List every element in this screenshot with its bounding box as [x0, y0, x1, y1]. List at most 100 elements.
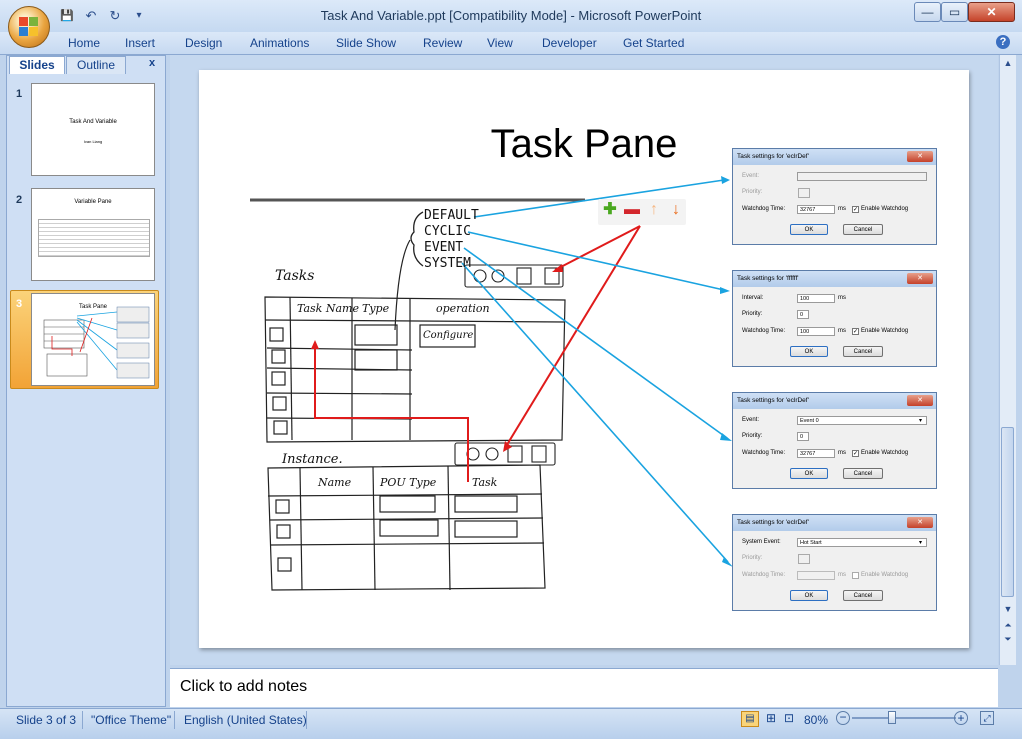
system-event-select: Hot Start [797, 538, 927, 547]
ok-button: OK [790, 590, 828, 601]
minus-icon: ▬ [624, 201, 640, 218]
sketch-tasks-label: Tasks [275, 268, 315, 284]
dialog-label: Watchdog Time: [742, 206, 786, 212]
dialog-label: Priority: [742, 189, 763, 195]
dialog-title: Task settings for 'ffffff' [733, 271, 936, 287]
unit-label: ms [838, 295, 846, 301]
scrollbar-thumb[interactable] [1001, 427, 1014, 597]
plus-icon: ✚ [603, 201, 617, 218]
checkbox-label: Enable Watchdog [861, 206, 909, 212]
dialog-label: Watchdog Time: [742, 572, 786, 578]
dialog-close-icon: ✕ [907, 517, 933, 528]
ok-button: OK [790, 346, 828, 357]
checkbox-label: Enable Watchdog [861, 450, 909, 456]
sketch-header-task: Task [472, 476, 498, 489]
zoom-slider-thumb[interactable] [888, 711, 897, 724]
sketch-header-task-name: Task Name [297, 302, 359, 315]
dialog-title: Task settings for 'eclrDef' [733, 515, 936, 531]
zoom-in-icon[interactable]: + [954, 711, 968, 725]
chevron-down-icon: ▾ [919, 540, 923, 546]
previous-slide-icon[interactable]: ⏶ [1002, 620, 1014, 631]
office-logo-icon [19, 17, 39, 37]
sketch-type-event: EVENT [424, 240, 464, 255]
watchdog-input: 32767 [797, 205, 835, 214]
dialog-title: Task settings for 'eclrDef' [733, 393, 936, 409]
slide-sorter-icon[interactable]: ⊞ [762, 711, 780, 727]
blue-connector-arrows [461, 179, 729, 563]
ok-button: OK [790, 468, 828, 479]
notes-placeholder[interactable]: Click to add notes [180, 678, 307, 696]
sketch-type-default: DEFAULT [424, 208, 479, 223]
unit-label: ms [838, 328, 846, 334]
dialog-label: Priority: [742, 555, 763, 561]
sketch-type-cyclic: CYCLIC [424, 224, 471, 239]
language-indicator[interactable]: English (United States) [184, 713, 307, 727]
event-select: Event 0 [797, 416, 927, 425]
checkbox-label: Enable Watchdog [861, 328, 909, 334]
scroll-up-icon[interactable]: ▲ [1002, 58, 1014, 68]
next-slide-icon[interactable]: ⏷ [1002, 634, 1014, 645]
cancel-button: Cancel [843, 224, 883, 235]
arrow-down-icon: ↓ [672, 201, 680, 218]
dialog-label: Watchdog Time: [742, 328, 786, 334]
priority-input: 0 [797, 432, 809, 441]
watchdog-checkbox [852, 572, 859, 579]
watchdog-checkbox: ✓ [852, 450, 859, 457]
unit-label: ms [838, 572, 846, 578]
watchdog-input: 100 [797, 327, 835, 336]
dialog-label: Priority: [742, 311, 763, 317]
priority-field [798, 554, 810, 564]
unit-label: ms [838, 206, 846, 212]
normal-view-icon[interactable]: ▤ [741, 711, 759, 727]
watchdog-input [797, 571, 835, 580]
interval-input: 100 [797, 294, 835, 303]
task-settings-dialog-event: Task settings for 'eclrDef' ✕ Event: Eve… [732, 392, 937, 489]
sketch-instance-label: Instance. [282, 452, 343, 467]
watchdog-checkbox: ✓ [852, 328, 859, 335]
dialog-label: Priority: [742, 433, 763, 439]
task-settings-dialog-system: Task settings for 'eclrDef' ✕ System Eve… [732, 514, 937, 611]
dialog-label: System Event: [742, 539, 781, 545]
sketch-header-name: Name [318, 476, 352, 489]
zoom-out-icon[interactable]: − [836, 711, 850, 725]
sketch-header-pou-type: POU Type [380, 476, 437, 489]
ok-button: OK [790, 224, 828, 235]
dialog-close-icon: ✕ [907, 273, 933, 284]
dialog-title: Task settings for 'eclrDef' [733, 149, 936, 165]
fit-to-window-icon[interactable]: ⤢ [980, 711, 994, 725]
priority-input: 0 [797, 310, 809, 319]
scroll-down-icon[interactable]: ▼ [1002, 604, 1014, 614]
watchdog-input: 32767 [797, 449, 835, 458]
task-settings-dialog-default: Task settings for 'eclrDef' ✕ Event: Pri… [732, 148, 937, 245]
cancel-button: Cancel [843, 346, 883, 357]
sketch-task-types: DEFAULT CYCLIC EVENT SYSTEM [424, 208, 479, 272]
dialog-label: Interval: [742, 295, 764, 301]
arrow-up-icon: ↑ [650, 201, 658, 218]
dialog-close-icon: ✕ [907, 395, 933, 406]
sketch-tasks-table [264, 296, 566, 443]
dialog-label: Event: [742, 173, 760, 179]
office-button[interactable] [8, 6, 50, 48]
sketch-configure-button: Configure [423, 330, 474, 341]
type-brace [410, 211, 424, 267]
hand-drawn-sketch [250, 176, 733, 591]
sketch-type-system: SYSTEM [424, 256, 471, 271]
slide-show-icon[interactable]: ⊡ [780, 711, 798, 727]
sketch-header-type: Type [362, 302, 390, 315]
watchdog-checkbox: ✓ [852, 206, 859, 213]
cancel-button: Cancel [843, 590, 883, 601]
dialog-label: Watchdog Time: [742, 450, 786, 456]
zoom-slider[interactable] [852, 717, 956, 719]
checkbox-label: Enable Watchdog [861, 572, 909, 578]
dialog-label: Event: [742, 417, 760, 423]
priority-field [798, 188, 810, 198]
chevron-down-icon: ▾ [919, 418, 923, 424]
slide-counter: Slide 3 of 3 [16, 713, 77, 727]
zoom-level[interactable]: 80% [804, 713, 828, 727]
sketch-header-operation: operation [436, 302, 490, 315]
task-settings-dialog-cyclic: Task settings for 'ffffff' ✕ Interval: 1… [732, 270, 937, 367]
unit-label: ms [838, 450, 846, 456]
theme-name[interactable]: "Office Theme" [91, 713, 171, 727]
dialog-close-icon: ✕ [907, 151, 933, 162]
cancel-button: Cancel [843, 468, 883, 479]
